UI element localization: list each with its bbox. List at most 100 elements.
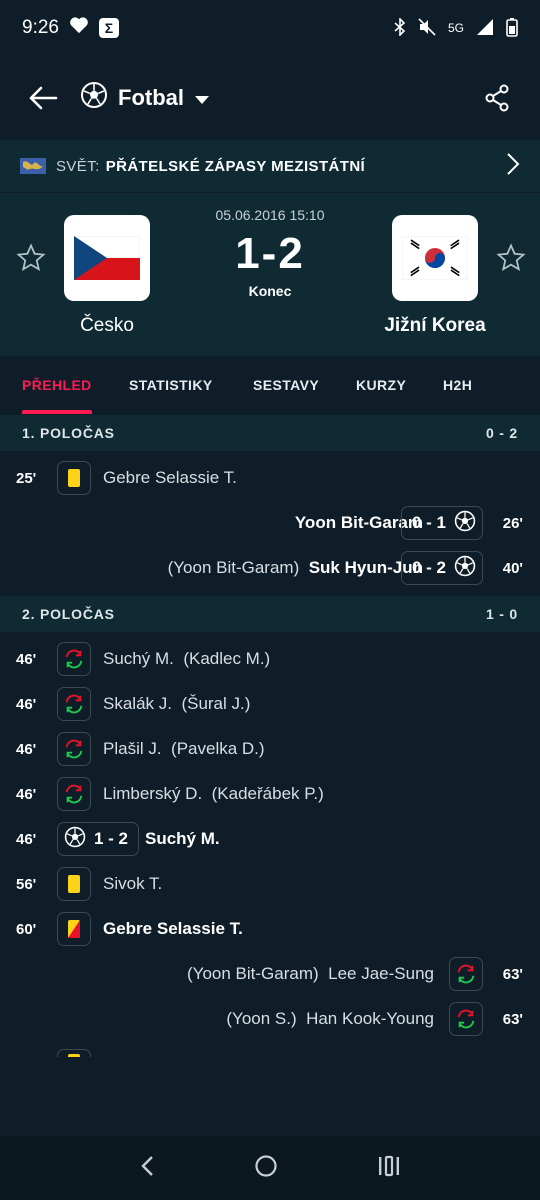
yellow-card-icon [57, 461, 91, 495]
tab-h2h[interactable]: H2H [443, 356, 472, 414]
league-name: PŘÁTELSKÉ ZÁPASY MEZISTÁTNÍ [105, 157, 366, 175]
tab-kurzy[interactable]: KURZY [356, 356, 406, 414]
event-row: 46' 1 - 2 Suchý M. [0, 819, 540, 859]
half1-header: 1. POLOČAS 0 - 2 [0, 415, 540, 451]
away-team-name: Jižní Korea [384, 315, 486, 336]
home-team-name: Česko [80, 315, 134, 336]
nav-recents-icon[interactable] [377, 1155, 401, 1182]
event-player: Han Kook-Young [306, 1009, 434, 1028]
event-minute: 46' [16, 830, 37, 848]
event-player-out: (Yoon S.) [226, 1009, 297, 1028]
substitution-icon [57, 642, 91, 676]
tab-statistiky[interactable]: STATISTIKY [129, 356, 213, 414]
network-label: 5G [447, 21, 464, 35]
event-row: (Yoon Bit-Garam) Lee Jae-Sung 63' [0, 954, 540, 994]
korea-flag-logo [392, 215, 478, 301]
app-notification-icon: Σ [98, 18, 119, 38]
event-player: Lee Jae-Sung [328, 964, 434, 983]
goal-pill: 1 - 2 [57, 822, 140, 856]
event-minute: 60' [16, 920, 37, 938]
league-row[interactable]: SVĚT: PŘÁTELSKÉ ZÁPASY MEZISTÁTNÍ [0, 140, 540, 192]
event-player-out: (Kadeřábek P.) [211, 784, 324, 803]
event-player: Plašil J. [103, 739, 162, 758]
away-team[interactable]: Jižní Korea [355, 215, 515, 337]
soccer-ball-icon [80, 81, 108, 115]
event-text: (Yoon S.) Han Kook-Young [226, 1009, 434, 1029]
event-row: 56' Sivok T. [0, 864, 540, 904]
league-country: SVĚT: [56, 157, 100, 175]
favorite-away-star-icon[interactable] [496, 243, 526, 278]
substitution-icon [449, 1002, 483, 1036]
half1-score: 0 - 2 [485, 425, 518, 441]
event-row: 60' Gebre Selassie T. [0, 909, 540, 949]
second-yellow-red-card-icon [57, 912, 91, 946]
event-row: 46' Limberský D. (Kadeřábek P.) [0, 774, 540, 814]
goal-pill: 0 - 2 [400, 551, 483, 585]
event-row: (Yoon S.) Han Kook-Young 63' [0, 999, 540, 1039]
soccer-ball-icon [454, 555, 476, 582]
event-minute: 63' [502, 1010, 523, 1028]
goal-score: 0 - 2 [411, 558, 446, 577]
event-player: Gebre Selassie T. [103, 919, 243, 938]
nav-back-icon[interactable] [139, 1154, 155, 1183]
tab-bar: PŘEHLED STATISTIKY SESTAVY KURZY H2H [0, 356, 540, 414]
event-player: Gebre Selassie T. [103, 468, 237, 487]
event-text: (Yoon Bit-Garam) Suk Hyun-Jun [168, 558, 423, 578]
sport-label: Fotbal [118, 85, 184, 110]
event-player-out: (Šural J.) [181, 694, 251, 713]
world-flag-icon [20, 158, 46, 174]
half2-score: 1 - 0 [485, 606, 518, 622]
share-icon[interactable] [480, 81, 514, 115]
substitution-icon [449, 957, 483, 991]
event-player-out: (Kadlec M.) [183, 649, 271, 668]
tab-sestavy[interactable]: SESTAVY [253, 356, 319, 414]
event-player-out: (Pavelka D.) [171, 739, 265, 758]
event-assist: (Yoon Bit-Garam) [167, 558, 300, 577]
system-nav-bar [0, 1136, 540, 1200]
event-minute: 46' [16, 695, 37, 713]
event-player: Suchý M. [103, 649, 174, 668]
signal-icon [476, 18, 494, 39]
event-row: (Yoon Bit-Garam) Suk Hyun-Jun 0 - 2 40' [0, 548, 540, 588]
match-date: 05.06.2016 15:10 [215, 207, 325, 223]
goal-score: 0 - 1 [411, 513, 446, 532]
match-header: Česko 05.06.2016 15:10 1-2 Konec Jižní K… [0, 193, 540, 356]
event-minute: 40' [502, 559, 523, 577]
app-bar: Fotbal [0, 56, 540, 140]
event-player: Suchý M. [145, 829, 220, 848]
mute-icon [418, 17, 436, 39]
half2-title: 2. POLOČAS [22, 606, 115, 622]
half1-title: 1. POLOČAS [22, 425, 115, 441]
event-text: (Yoon Bit-Garam) Lee Jae-Sung [187, 964, 434, 984]
goal-score: 1 - 2 [94, 829, 129, 848]
event-minute: 46' [16, 650, 37, 668]
event-text: Limberský D. (Kadeřábek P.) [103, 784, 324, 804]
back-arrow-icon[interactable] [26, 81, 60, 115]
chevron-right-icon [506, 152, 520, 180]
status-time: 9:26 [22, 17, 59, 38]
event-row: 46' Suchý M. (Kadlec M.) [0, 639, 540, 679]
home-team[interactable]: Česko [27, 215, 187, 337]
next-event-peek [57, 1049, 91, 1057]
half2-header: 2. POLOČAS 1 - 0 [0, 596, 540, 632]
match-score: 1-2 [235, 229, 305, 278]
nav-home-icon[interactable] [254, 1154, 278, 1183]
heart-icon [69, 16, 89, 40]
event-minute: 46' [16, 785, 37, 803]
event-minute: 56' [16, 875, 37, 893]
status-bar: 9:26 Σ 5G [0, 0, 540, 56]
event-minute: 26' [502, 514, 523, 532]
substitution-icon [57, 687, 91, 721]
soccer-ball-icon [454, 510, 476, 537]
tab-prehled[interactable]: PŘEHLED [22, 356, 92, 414]
match-status: Konec [248, 283, 292, 299]
event-text: Plašil J. (Pavelka D.) [103, 739, 265, 759]
sport-selector[interactable]: Fotbal [80, 81, 210, 115]
bluetooth-icon [394, 16, 406, 39]
soccer-ball-icon [64, 826, 86, 853]
event-text: Skalák J. (Šural J.) [103, 694, 250, 714]
event-row: 25' Gebre Selassie T. [0, 458, 540, 498]
event-text: Suchý M. (Kadlec M.) [103, 649, 270, 669]
event-minute: 46' [16, 740, 37, 758]
goal-pill: 0 - 1 [400, 506, 483, 540]
